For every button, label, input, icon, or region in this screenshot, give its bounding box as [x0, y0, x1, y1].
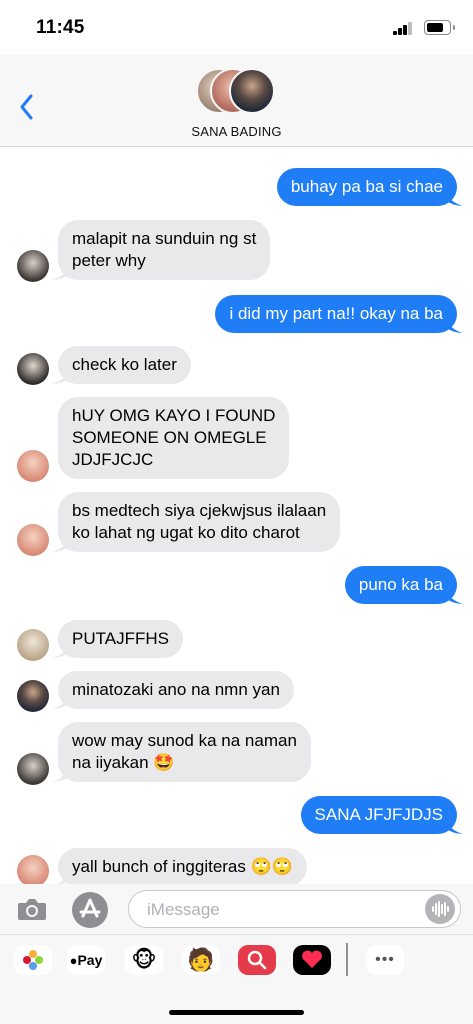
- digital-touch-icon[interactable]: [293, 945, 331, 975]
- message-incoming[interactable]: check ko later: [52, 346, 191, 384]
- group-name[interactable]: SANA BADING: [0, 124, 473, 139]
- battery-icon: [424, 20, 455, 35]
- message-input-placeholder: iMessage: [147, 900, 220, 919]
- avatar: [17, 680, 49, 712]
- status-bar: 11:45: [0, 0, 473, 54]
- message-bubble: malapit na sunduin ng st peter why: [58, 220, 271, 280]
- avatar: [17, 353, 49, 385]
- message-incoming[interactable]: bs medtech siya cjekwjsus ilalaan ko lah…: [52, 492, 341, 552]
- message-bubble: buhay pa ba si chae: [276, 168, 457, 206]
- back-chevron-icon[interactable]: [17, 92, 37, 122]
- message-outgoing[interactable]: puno ka ba: [344, 566, 463, 604]
- message-bubble: i did my part na!! okay na ba: [215, 295, 457, 333]
- app-drawer: ● Pay 🐵 🧑 •••: [0, 934, 473, 1024]
- memoji-person-icon[interactable]: 🧑: [182, 945, 220, 975]
- conversation-header: SANA BADING: [0, 54, 473, 147]
- avatar: [17, 524, 49, 556]
- message-bubble: wow may sunod ka na naman na iiyakan 🤩: [58, 722, 311, 782]
- search-images-icon[interactable]: [238, 945, 276, 975]
- composer-bar: iMessage: [0, 884, 473, 934]
- more-apps-label: •••: [375, 951, 395, 968]
- message-input[interactable]: iMessage: [128, 890, 461, 928]
- message-thread[interactable]: buhay pa ba si chae malapit na sunduin n…: [0, 148, 473, 884]
- message-bubble: SANA JFJFJDJS: [300, 796, 457, 834]
- cellular-signal-icon: [393, 22, 415, 35]
- avatar: [17, 629, 49, 661]
- message-bubble: check ko later: [58, 346, 191, 384]
- avatar: [17, 855, 49, 884]
- apple-pay-label: Pay: [77, 952, 103, 968]
- avatar: [229, 68, 275, 114]
- message-incoming[interactable]: malapit na sunduin ng st peter why: [52, 220, 271, 280]
- voice-waveform-icon[interactable]: [425, 894, 455, 924]
- message-incoming[interactable]: wow may sunod ka na naman na iiyakan 🤩: [52, 722, 311, 782]
- app-store-icon[interactable]: [72, 892, 108, 928]
- message-bubble: PUTAJFFHS: [58, 620, 183, 658]
- more-apps-icon[interactable]: •••: [366, 945, 404, 975]
- message-bubble: puno ka ba: [344, 566, 457, 604]
- camera-icon[interactable]: [17, 896, 47, 922]
- message-incoming[interactable]: hUY OMG KAYO I FOUND SOMEONE ON OMEGLE J…: [58, 397, 290, 479]
- message-bubble: yall bunch of inggiteras 🙄🙄: [58, 848, 307, 884]
- avatar: [17, 250, 49, 282]
- status-time: 11:45: [36, 17, 85, 38]
- message-incoming[interactable]: yall bunch of inggiteras 🙄🙄: [57, 848, 307, 884]
- message-outgoing[interactable]: i did my part na!! okay na ba: [215, 295, 463, 333]
- message-bubble: hUY OMG KAYO I FOUND SOMEONE ON OMEGLE J…: [58, 397, 290, 479]
- message-incoming[interactable]: PUTAJFFHS: [52, 620, 183, 658]
- photos-icon[interactable]: [14, 945, 52, 975]
- message-incoming[interactable]: minatozaki ano na nmn yan: [52, 671, 294, 709]
- message-outgoing[interactable]: buhay pa ba si chae: [276, 168, 463, 206]
- drawer-divider: [346, 943, 348, 976]
- memoji-monkey-icon[interactable]: 🐵: [125, 945, 163, 975]
- avatar: [17, 753, 49, 785]
- apple-pay-icon[interactable]: ● Pay: [67, 945, 105, 975]
- message-bubble: minatozaki ano na nmn yan: [58, 671, 294, 709]
- message-bubble: bs medtech siya cjekwjsus ilalaan ko lah…: [58, 492, 341, 552]
- group-avatar-stack[interactable]: [196, 68, 280, 116]
- home-indicator[interactable]: [169, 1010, 304, 1015]
- avatar: [17, 450, 49, 482]
- message-outgoing[interactable]: SANA JFJFJDJS: [300, 796, 463, 834]
